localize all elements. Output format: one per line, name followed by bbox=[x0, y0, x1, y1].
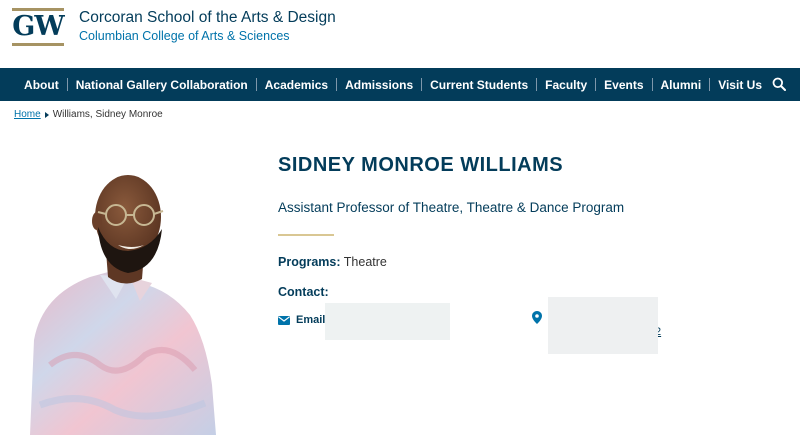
logo-bar-bottom bbox=[12, 43, 64, 46]
contact-heading: Contact: bbox=[278, 285, 329, 299]
breadcrumb-home-link[interactable]: Home bbox=[14, 109, 41, 120]
email-link[interactable]: Email bbox=[278, 314, 325, 326]
search-icon[interactable] bbox=[772, 77, 786, 91]
nav-link-faculty[interactable]: Faculty bbox=[545, 78, 587, 92]
nav-link-national-gallery[interactable]: National Gallery Collaboration bbox=[76, 78, 248, 92]
nav-list: About National Gallery Collaboration Aca… bbox=[24, 68, 762, 101]
nav-item-faculty: Faculty bbox=[528, 68, 587, 101]
nav-link-events[interactable]: Events bbox=[604, 78, 643, 92]
breadcrumb-current: Williams, Sidney Monroe bbox=[52, 109, 163, 120]
nav-item-current-students: Current Students bbox=[413, 68, 528, 101]
breadcrumb: Home Williams, Sidney Monroe bbox=[14, 109, 163, 120]
title-divider bbox=[278, 234, 334, 236]
redacted-email-box bbox=[325, 303, 450, 340]
site-header: GW Corcoran School of the Arts & Design … bbox=[0, 0, 800, 68]
nav-item-academics: Academics bbox=[248, 68, 328, 101]
nav-link-about[interactable]: About bbox=[24, 78, 59, 92]
profile-photo bbox=[30, 175, 216, 435]
nav-item-admissions: Admissions bbox=[328, 68, 413, 101]
profile-title: Assistant Professor of Theatre, Theatre … bbox=[278, 200, 625, 215]
college-name[interactable]: Columbian College of Arts & Sciences bbox=[79, 29, 290, 43]
redacted-location-box bbox=[548, 297, 658, 354]
nav-item-visit-us: Visit Us bbox=[701, 68, 762, 101]
school-name[interactable]: Corcoran School of the Arts & Design bbox=[79, 9, 336, 27]
map-pin-icon bbox=[532, 311, 542, 324]
programs-value: Theatre bbox=[343, 255, 387, 269]
nav-link-alumni[interactable]: Alumni bbox=[661, 78, 702, 92]
main-nav: About National Gallery Collaboration Aca… bbox=[0, 68, 800, 101]
gw-logo[interactable]: GW bbox=[12, 8, 65, 46]
nav-item-about: About bbox=[24, 68, 59, 101]
nav-item-alumni: Alumni bbox=[644, 68, 702, 101]
nav-item-national-gallery: National Gallery Collaboration bbox=[59, 68, 248, 101]
logo-letters: GW bbox=[12, 11, 64, 42]
nav-link-admissions[interactable]: Admissions bbox=[345, 78, 413, 92]
programs-label: Programs: bbox=[278, 255, 341, 269]
email-label: Email bbox=[296, 314, 326, 326]
programs-line: Programs: Theatre bbox=[278, 255, 387, 269]
breadcrumb-arrow-icon bbox=[44, 111, 49, 118]
nav-item-events: Events bbox=[587, 68, 643, 101]
nav-link-academics[interactable]: Academics bbox=[265, 78, 328, 92]
envelope-icon bbox=[278, 315, 290, 325]
profile-name: SIDNEY MONROE WILLIAMS bbox=[278, 154, 564, 176]
nav-link-visit-us[interactable]: Visit Us bbox=[718, 78, 762, 92]
nav-link-current-students[interactable]: Current Students bbox=[430, 78, 528, 92]
